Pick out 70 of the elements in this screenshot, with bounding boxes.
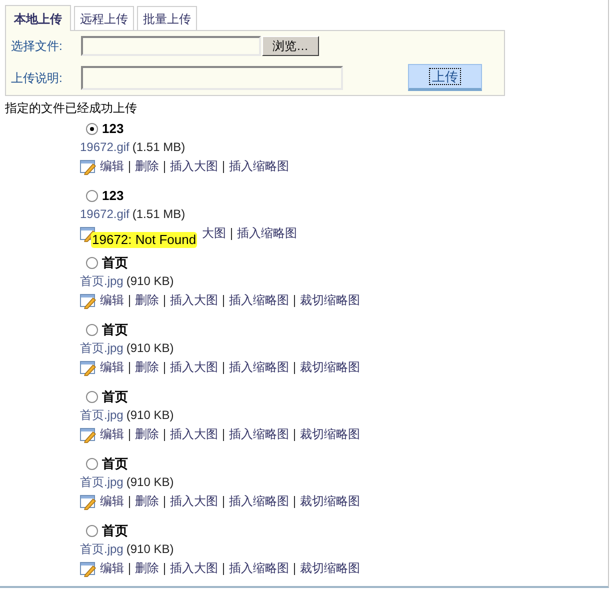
action-link[interactable]: 插入缩略图 (229, 292, 289, 309)
action-link[interactable]: 删除 (135, 292, 159, 309)
file-title: 首页 (102, 522, 128, 539)
file-title: 123 (102, 187, 124, 204)
action-link[interactable]: 插入大图 (170, 292, 218, 309)
action-link[interactable]: 编辑 (100, 359, 124, 376)
tab[interactable]: 批量上传 (137, 6, 197, 30)
action-link[interactable]: 插入大图 (170, 493, 218, 510)
action-link[interactable]: 编辑 (100, 560, 124, 577)
radio-button[interactable] (86, 524, 98, 536)
file-size: (910 KB) (126, 407, 174, 424)
field-label: 上传说明: (11, 70, 64, 86)
file-title: 首页 (102, 388, 128, 405)
file-size: (910 KB) (126, 340, 174, 357)
file-link[interactable]: 首页.jpg (80, 474, 124, 491)
file-link[interactable]: 首页.jpg (80, 407, 124, 424)
tab[interactable]: 远程上传 (74, 6, 134, 30)
action-link[interactable]: 裁切缩略图 (300, 560, 360, 577)
action-link[interactable]: 裁切缩略图 (300, 292, 360, 309)
action-link[interactable]: 大图 (202, 225, 226, 242)
action-link[interactable]: 删除 (135, 359, 159, 376)
browse-button[interactable]: 浏览… (262, 36, 319, 56)
action-link[interactable]: 删除 (135, 493, 159, 510)
tooltip: 19672: Not Found (91, 232, 198, 248)
file-link[interactable]: 首页.jpg (80, 340, 124, 357)
action-link[interactable]: 插入缩略图 (229, 158, 289, 175)
file-link[interactable]: 19672.gif (80, 206, 130, 223)
action-link[interactable]: 插入缩略图 (229, 493, 289, 510)
action-link[interactable]: 编辑 (100, 292, 124, 309)
field-label: 选择文件: (11, 38, 64, 55)
action-link[interactable]: 插入缩略图 (229, 426, 289, 443)
file-title: 首页 (102, 321, 128, 338)
file-title: 首页 (102, 455, 128, 472)
radio-button[interactable] (86, 324, 98, 336)
action-link[interactable]: 裁切缩略图 (300, 493, 360, 510)
action-link[interactable]: 插入大图 (170, 426, 218, 443)
file-size: (1.51 MB) (132, 139, 186, 156)
action-link[interactable]: 插入缩略图 (229, 560, 289, 577)
action-link[interactable]: 删除 (135, 158, 159, 175)
file-title: 首页 (102, 254, 128, 271)
action-link[interactable]: 插入大图 (170, 560, 218, 577)
radio-button[interactable] (86, 390, 98, 402)
action-link[interactable]: 插入大图 (170, 158, 218, 175)
file-size: (910 KB) (126, 273, 174, 290)
action-link[interactable]: 删除 (135, 560, 159, 577)
file-input-field[interactable] (81, 36, 261, 56)
action-link[interactable]: 编辑 (100, 426, 124, 443)
action-link[interactable]: 删除 (135, 426, 159, 443)
file-link[interactable]: 19672.gif (80, 139, 130, 156)
file-link[interactable]: 首页.jpg (80, 273, 124, 290)
action-link[interactable]: 插入大图 (170, 359, 218, 376)
radio-button[interactable] (86, 458, 98, 470)
description-field[interactable] (81, 66, 343, 90)
file-size: (910 KB) (126, 474, 174, 491)
radio-button[interactable] (86, 122, 98, 134)
action-link[interactable]: 插入缩略图 (229, 359, 289, 376)
tab[interactable]: 本地上传 (5, 5, 71, 31)
status-message: 指定的文件已经成功上传 (5, 100, 137, 117)
file-size: (1.51 MB) (132, 206, 186, 223)
file-title: 123 (102, 120, 124, 137)
upload-button[interactable]: 上传 (408, 64, 482, 91)
action-link[interactable]: 编辑 (100, 158, 124, 175)
file-link[interactable]: 首页.jpg (80, 541, 124, 558)
action-link[interactable]: 裁切缩略图 (300, 426, 360, 443)
radio-button[interactable] (86, 190, 98, 202)
radio-button[interactable] (86, 256, 98, 268)
action-link[interactable]: 编辑 (100, 493, 124, 510)
action-link[interactable]: 裁切缩略图 (300, 359, 360, 376)
action-link[interactable]: 插入缩略图 (237, 225, 298, 242)
file-size: (910 KB) (126, 541, 174, 558)
